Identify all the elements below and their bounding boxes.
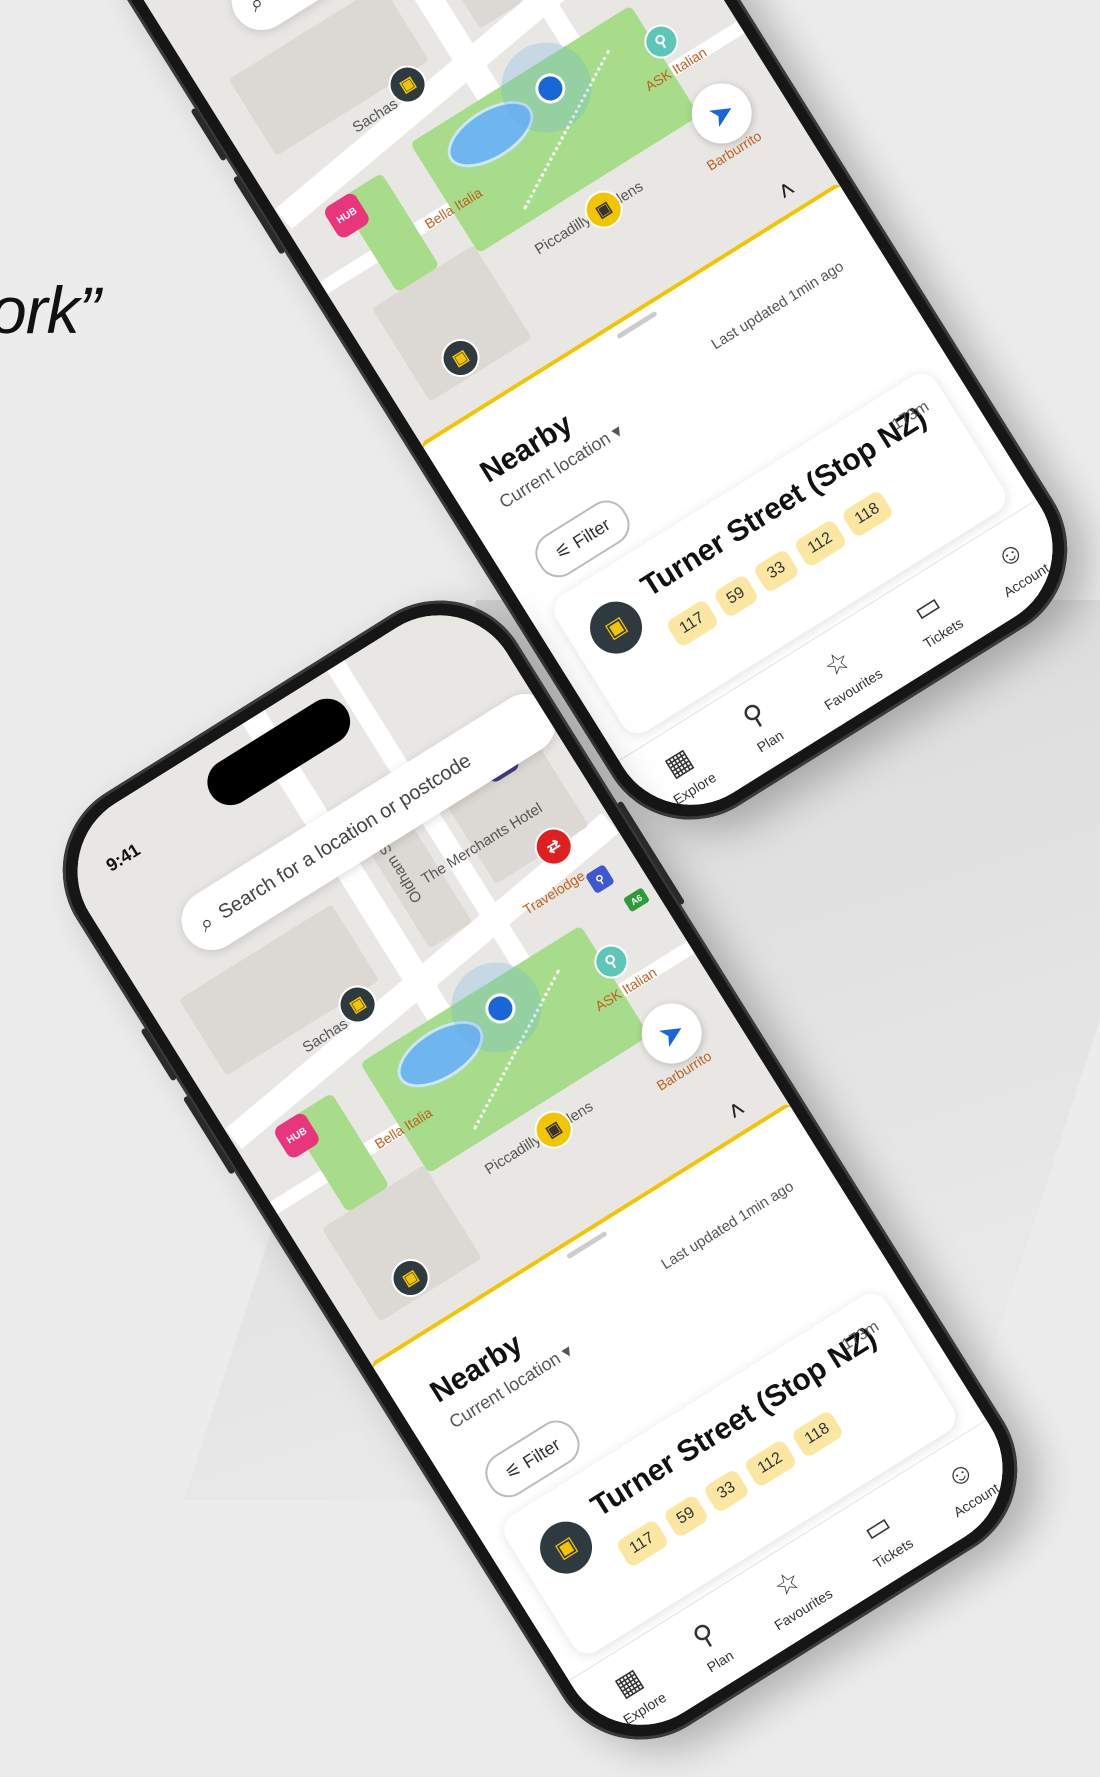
- route-badge[interactable]: 33: [702, 1468, 751, 1514]
- route-badge[interactable]: 117: [615, 1518, 670, 1569]
- map-icon: ▦: [658, 742, 698, 783]
- tab-explore[interactable]: ▦ Explore: [650, 736, 719, 807]
- tab-favourites[interactable]: ☆ Favourites: [751, 1552, 835, 1634]
- route-badge[interactable]: 118: [840, 489, 895, 539]
- route-badge[interactable]: 112: [793, 518, 848, 569]
- heading-quote: ork”: [0, 273, 101, 347]
- last-updated: Last updated 1min ago: [658, 1177, 797, 1274]
- route-badge[interactable]: 59: [662, 1493, 711, 1539]
- ticket-icon: ▭: [857, 1507, 897, 1548]
- tab-plan[interactable]: ⚲ Plan: [733, 694, 786, 756]
- route-badge[interactable]: 59: [712, 573, 761, 619]
- route-badge[interactable]: 117: [665, 598, 720, 649]
- tab-tickets[interactable]: ▭ Tickets: [900, 582, 966, 651]
- map-icon: ▦: [608, 1662, 648, 1703]
- search-icon: ⌕: [244, 0, 269, 17]
- last-updated: Last updated 1min ago: [708, 257, 847, 354]
- search-icon: ⌕: [194, 908, 219, 937]
- tab-tickets[interactable]: ▭ Tickets: [850, 1502, 916, 1571]
- tab-favourites[interactable]: ☆ Favourites: [801, 632, 885, 714]
- ticket-icon: ▭: [907, 587, 947, 628]
- pin-icon: ⚲: [687, 1616, 721, 1654]
- star-icon: ☆: [818, 643, 856, 684]
- pin-icon: ⚲: [737, 696, 771, 734]
- tab-explore[interactable]: ▦ Explore: [600, 1656, 669, 1727]
- tab-plan[interactable]: ⚲ Plan: [683, 1614, 736, 1676]
- route-badge[interactable]: 118: [790, 1409, 845, 1459]
- cycle-icon[interactable]: ⚲: [584, 863, 616, 895]
- route-badge[interactable]: 33: [752, 548, 801, 594]
- account-icon: ☺: [939, 1453, 981, 1495]
- bus-stop-icon: ▣: [580, 591, 652, 664]
- route-badge[interactable]: 112: [743, 1438, 798, 1489]
- account-icon: ☺: [989, 533, 1031, 575]
- road-badge-icon: A6: [622, 887, 651, 913]
- tab-account[interactable]: ☺ Account: [980, 528, 1052, 600]
- tab-account[interactable]: ☺ Account: [930, 1448, 1002, 1520]
- bus-stop-icon: ▣: [530, 1511, 602, 1584]
- star-icon: ☆: [768, 1563, 806, 1604]
